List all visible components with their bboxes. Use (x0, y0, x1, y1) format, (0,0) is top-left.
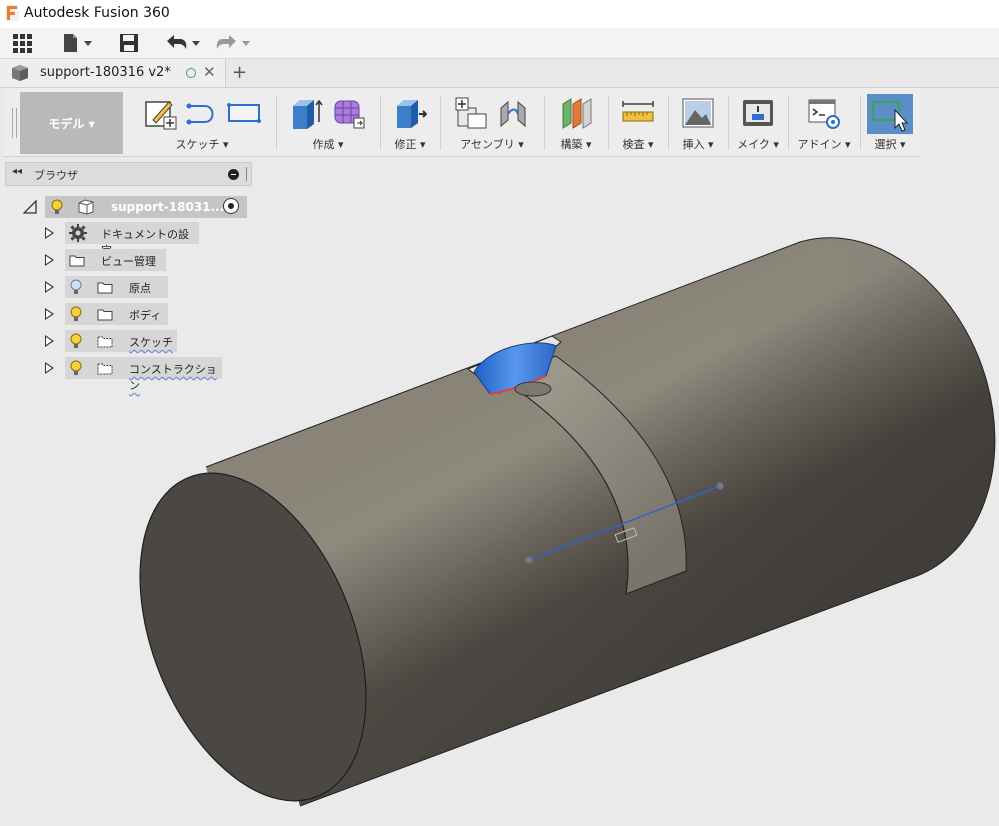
3d-print-icon[interactable] (741, 96, 775, 130)
save-button[interactable] (119, 32, 139, 54)
sketch-group: スケッチ ▾ (130, 92, 274, 154)
modify-group-label[interactable]: 修正 ▾ (382, 136, 438, 152)
insert-group-label[interactable]: 挿入 ▾ (670, 136, 726, 152)
component-icon (12, 65, 28, 81)
line-arc-icon[interactable] (185, 96, 219, 130)
online-status-icon (186, 68, 196, 78)
inspect-group: 検査 ▾ (610, 92, 666, 154)
select-group-label[interactable]: 選択 ▾ (862, 136, 918, 152)
ribbon-separator (728, 96, 729, 150)
file-menu-button[interactable] (62, 32, 94, 54)
data-panel-button[interactable] (12, 32, 34, 54)
make-group-label[interactable]: メイク ▾ (730, 136, 786, 152)
undo-icon (167, 35, 200, 49)
undo-button[interactable] (164, 32, 202, 54)
select-icon[interactable] (867, 94, 913, 134)
quick-access-toolbar (0, 28, 999, 59)
press-pull-icon[interactable] (393, 96, 427, 130)
document-tab-bar: support-180316 v2* ✕ + (0, 59, 999, 88)
browser-header: ◂◂ ブラウザ (5, 162, 252, 186)
addins-group-label[interactable]: アドイン ▾ (790, 136, 858, 152)
title-bar: Autodesk Fusion 360 (0, 0, 999, 28)
ribbon-separator (440, 96, 441, 150)
create-group: 作成 ▾ (278, 92, 378, 154)
document-tab[interactable]: support-180316 v2* ✕ (0, 59, 226, 87)
redo-icon (216, 35, 250, 49)
file-icon (64, 34, 92, 52)
ribbon-grip (12, 108, 17, 138)
addins-group: アドイン ▾ (790, 92, 858, 154)
toolbar-ribbon: モデル ▾ スケッチ ▾ 作成 ▾ 修正 ▾ アセンブリ ▾ 構築 ▾ 検査 ▾… (4, 88, 920, 157)
ribbon-separator (860, 96, 861, 150)
ribbon-separator (544, 96, 545, 150)
insert-image-icon[interactable] (681, 96, 715, 130)
measure-icon[interactable] (621, 96, 655, 130)
rectangle-icon[interactable] (227, 96, 261, 130)
ribbon-separator (608, 96, 609, 150)
construct-group: 構築 ▾ (546, 92, 606, 154)
joint-icon[interactable] (496, 96, 530, 130)
make-group: メイク ▾ (730, 92, 786, 154)
extrude-icon[interactable] (290, 96, 324, 130)
ribbon-separator (380, 96, 381, 150)
3d-viewport[interactable] (0, 186, 999, 826)
ribbon-separator (276, 96, 277, 150)
assemble-group: アセンブリ ▾ (442, 92, 542, 154)
sketch-group-label[interactable]: スケッチ ▾ (130, 136, 274, 152)
inspect-group-label[interactable]: 検査 ▾ (610, 136, 666, 152)
insert-group: 挿入 ▾ (670, 92, 726, 154)
browser-title: ブラウザ (34, 169, 78, 182)
ribbon-separator (668, 96, 669, 150)
workspace-switcher[interactable]: モデル ▾ (20, 92, 123, 154)
offset-plane-icon[interactable] (559, 96, 593, 130)
window-title: Autodesk Fusion 360 (24, 5, 170, 21)
new-tab-button[interactable]: + (232, 62, 247, 83)
modify-group: 修正 ▾ (382, 92, 438, 154)
form-icon[interactable] (332, 96, 366, 130)
fusion-logo-icon (5, 5, 19, 21)
ribbon-separator (788, 96, 789, 150)
save-icon (120, 34, 138, 52)
assemble-group-label[interactable]: アセンブリ ▾ (442, 136, 542, 152)
scripts-addins-icon[interactable] (807, 96, 841, 130)
create-group-label[interactable]: 作成 ▾ (278, 136, 378, 152)
document-tab-label: support-180316 v2* (40, 65, 171, 80)
close-tab-icon[interactable]: ✕ (203, 63, 216, 81)
collapse-browser-icon[interactable]: ◂◂ (12, 166, 22, 177)
new-component-icon[interactable] (454, 96, 488, 130)
create-sketch-icon[interactable] (143, 96, 177, 130)
grid-icon (13, 34, 32, 53)
redo-button[interactable] (214, 32, 252, 54)
minimize-browser-icon[interactable] (228, 169, 239, 180)
construct-group-label[interactable]: 構築 ▾ (546, 136, 606, 152)
select-group: 選択 ▾ (862, 92, 918, 154)
browser-grip[interactable] (246, 167, 249, 181)
